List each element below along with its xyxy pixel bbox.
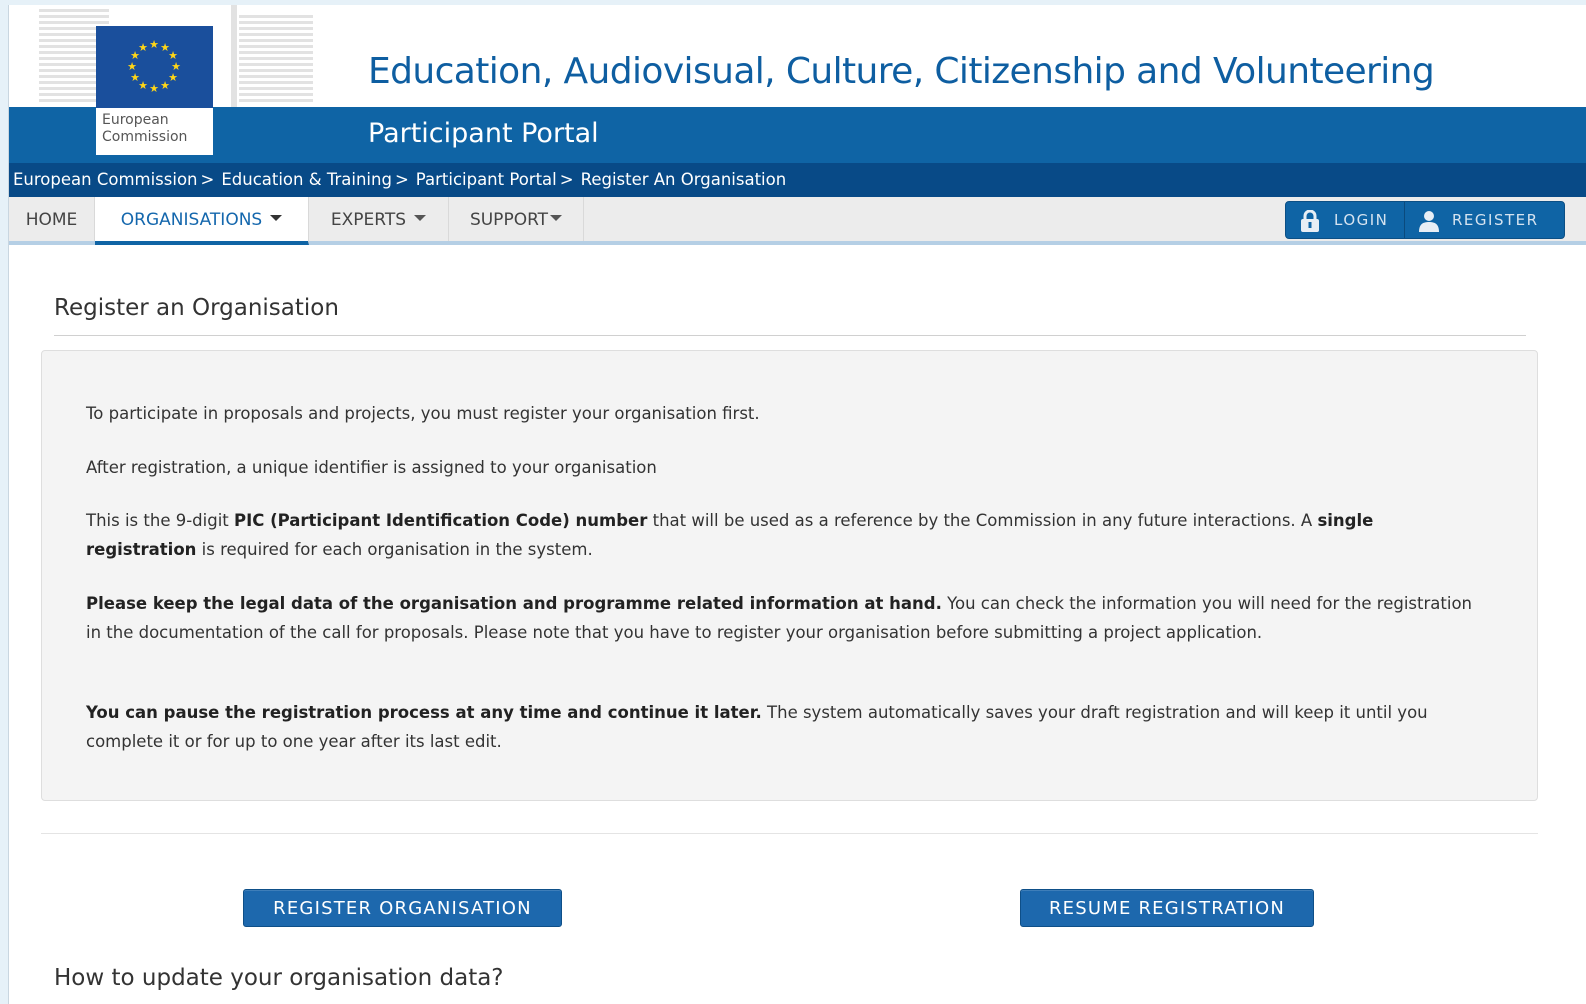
breadcrumb-separator: > <box>200 170 215 189</box>
nav-item-label: ORGANISATIONS <box>120 210 263 230</box>
text-span: is required for each organisation in the… <box>196 540 593 559</box>
nav-item-home[interactable]: HOME <box>9 197 95 241</box>
info-paragraph: This is the 9-digit PIC (Participant Ide… <box>86 506 1486 564</box>
info-paragraph: You can pause the registration process a… <box>86 698 1486 756</box>
breadcrumb-item-participant-portal[interactable]: Participant Portal <box>416 170 557 189</box>
nav-item-experts[interactable]: EXPERTS <box>309 197 449 241</box>
pause-emphasis: You can pause the registration process a… <box>86 703 762 722</box>
update-data-heading: How to update your organisation data? <box>54 965 504 991</box>
breadcrumb-item-current: Register An Organisation <box>580 170 787 189</box>
breadcrumb-item-european-commission[interactable]: European Commission <box>13 170 198 189</box>
building-graphic-right <box>231 5 313 107</box>
caret-down-icon <box>550 215 563 221</box>
site-title[interactable]: Education, Audiovisual, Culture, Citizen… <box>368 51 1435 92</box>
login-label: LOGIN <box>1334 211 1389 229</box>
resume-registration-button[interactable]: RESUME REGISTRATION <box>1020 889 1314 927</box>
page: ★ ★ ★ ★ ★ ★ ★ ★ ★ ★ ★ ★ European Commiss… <box>8 5 1586 1004</box>
login-button[interactable]: LOGIN <box>1286 202 1405 238</box>
breadcrumb: European Commission > Education & Training… <box>9 163 1586 197</box>
info-paragraph: Please keep the legal data of the organi… <box>86 589 1486 647</box>
svg-text:★: ★ <box>138 41 148 54</box>
info-panel: To participate in proposals and projects… <box>41 350 1538 801</box>
legal-data-emphasis: Please keep the legal data of the organi… <box>86 594 942 613</box>
eu-flag-logo[interactable]: ★ ★ ★ ★ ★ ★ ★ ★ ★ ★ ★ ★ <box>96 26 213 108</box>
nav-item-support[interactable]: SUPPORT <box>449 197 584 241</box>
logo-line-2: Commission <box>102 129 188 145</box>
breadcrumb-item-education-training[interactable]: Education & Training <box>221 170 392 189</box>
info-paragraph: After registration, a unique identifier … <box>86 458 657 477</box>
banner-blue-band <box>9 107 1586 163</box>
breadcrumb-separator: > <box>394 170 409 189</box>
site-banner: ★ ★ ★ ★ ★ ★ ★ ★ ★ ★ ★ ★ European Commiss… <box>9 5 1586 163</box>
padlock-icon <box>1301 210 1319 232</box>
pic-emphasis: PIC (Participant Identification Code) nu… <box>234 511 648 530</box>
text-span: that will be used as a reference by the … <box>647 511 1318 530</box>
register-button[interactable]: REGISTER <box>1404 202 1564 238</box>
nav-item-label: SUPPORT <box>469 210 549 230</box>
svg-text:★: ★ <box>149 82 159 95</box>
svg-text:★: ★ <box>160 79 170 92</box>
title-divider <box>54 335 1526 336</box>
page-title: Register an Organisation <box>54 295 339 321</box>
register-label: REGISTER <box>1452 211 1539 229</box>
breadcrumb-separator: > <box>559 170 574 189</box>
nav-item-label: HOME <box>25 210 78 230</box>
section-divider <box>41 833 1538 834</box>
register-organisation-button[interactable]: REGISTER ORGANISATION <box>243 889 562 927</box>
logo-line-1: European <box>102 112 169 128</box>
text-span: This is the 9-digit <box>86 511 234 530</box>
auth-buttons: LOGIN REGISTER <box>1285 201 1565 239</box>
eu-stars-icon: ★ ★ ★ ★ ★ ★ ★ ★ ★ ★ ★ ★ <box>127 38 181 95</box>
caret-down-icon <box>414 215 427 221</box>
svg-text:★: ★ <box>149 38 159 51</box>
portal-title[interactable]: Participant Portal <box>368 118 599 149</box>
nav-item-organisations[interactable]: ORGANISATIONS <box>95 197 309 245</box>
nav-item-label: EXPERTS <box>330 210 407 230</box>
eu-logo-text: European Commission <box>96 108 213 155</box>
info-paragraph: To participate in proposals and projects… <box>86 404 760 423</box>
user-icon <box>1419 211 1439 232</box>
caret-down-icon <box>270 215 283 221</box>
